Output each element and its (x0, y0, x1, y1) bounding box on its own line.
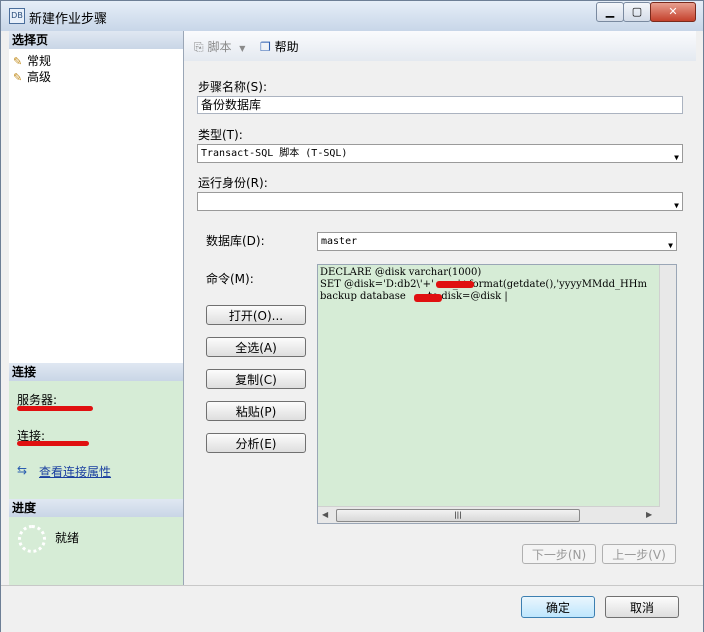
view-conn-icon: ⇆ (17, 463, 28, 477)
select-page-header: 选择页 (9, 31, 183, 49)
left-pane: 选择页 ✎ 常规 ✎ 高级 连接 服务器: 连接: ⇆ 查看连接属性 进度 就绪 (9, 31, 184, 585)
type-label: 类型(T): (198, 128, 243, 142)
command-editor[interactable]: DECLARE @disk varchar(1000) SET @disk='D:… (317, 264, 677, 524)
prev-step-button[interactable]: 上一步(V) (602, 544, 676, 564)
window-title: 新建作业步骤 (29, 12, 108, 27)
help-icon: ❐ (260, 40, 271, 54)
command-label: 命令(M): (206, 272, 254, 286)
right-pane: ⎘ 脚本 ▼ ❐ 帮助 步骤名称(S): 类型(T): Transact-SQL… (184, 31, 696, 585)
connection-section: 连接 服务器: 连接: ⇆ 查看连接属性 (9, 363, 183, 499)
next-step-button[interactable]: 下一步(N) (522, 544, 596, 564)
page-item-advanced[interactable]: ✎ 高级 (13, 70, 51, 84)
code-line: SET @disk='D:db2\'+' _'+format(getdate()… (320, 279, 647, 290)
maximize-button[interactable]: ▢ (623, 2, 651, 22)
bottom-bar: 确定 取消 (1, 585, 703, 632)
app-icon: DB (9, 8, 25, 24)
page-label: 常规 (27, 54, 52, 68)
database-select[interactable]: master ▼ (317, 232, 677, 251)
paste-button[interactable]: 粘贴(P) (206, 401, 306, 421)
chevron-down-icon: ▼ (674, 201, 679, 210)
database-value: master (321, 236, 358, 247)
page-label: 高级 (27, 70, 52, 84)
cancel-button[interactable]: 取消 (605, 596, 679, 618)
code-line: backup database to disk=@disk | (320, 291, 508, 302)
redacted-server (17, 406, 93, 411)
command-text: DECLARE @disk varchar(1000) SET @disk='D:… (320, 267, 647, 303)
progress-status: 就绪 (55, 531, 80, 545)
database-label: 数据库(D): (206, 234, 265, 248)
scroll-thumb[interactable]: ||| (336, 509, 580, 522)
code-line: DECLARE @disk varchar(1000) (320, 267, 482, 278)
progress-spinner-icon (18, 525, 46, 553)
parse-button[interactable]: 分析(E) (206, 433, 306, 453)
title-bar: DB 新建作业步骤 ▁ ▢ ✕ (1, 1, 703, 31)
horizontal-scrollbar[interactable]: ◀ ||| ▶ (318, 506, 660, 523)
progress-header: 进度 (9, 499, 183, 517)
script-label: 脚本 (207, 40, 232, 54)
progress-section: 进度 就绪 (9, 499, 183, 585)
help-button[interactable]: ❐ 帮助 (260, 39, 299, 55)
chevron-down-icon: ▼ (674, 153, 679, 162)
scroll-right-icon[interactable]: ▶ (646, 510, 652, 519)
scroll-left-icon[interactable]: ◀ (322, 510, 328, 519)
redacted-database (414, 294, 442, 302)
connection-header: 连接 (9, 363, 183, 381)
chevron-down-icon: ▼ (239, 44, 246, 53)
dialog-window: DB 新建作业步骤 ▁ ▢ ✕ 选择页 ✎ 常规 ✎ 高级 连接 服务器: 连接: … (0, 0, 704, 632)
select-all-button[interactable]: 全选(A) (206, 337, 306, 357)
minimize-button[interactable]: ▁ (596, 2, 624, 22)
view-connection-properties-link[interactable]: 查看连接属性 (39, 463, 111, 480)
page-icon: ✎ (13, 71, 23, 84)
script-icon: ⎘ (194, 40, 204, 54)
close-button[interactable]: ✕ (650, 2, 696, 22)
toolbar: ⎘ 脚本 ▼ ❐ 帮助 (184, 31, 696, 61)
run-as-label: 运行身份(R): (198, 176, 268, 190)
redacted-path (436, 281, 474, 288)
ok-button[interactable]: 确定 (521, 596, 595, 618)
copy-button[interactable]: 复制(C) (206, 369, 306, 389)
chevron-down-icon: ▼ (668, 241, 673, 250)
page-icon: ✎ (13, 55, 23, 68)
open-button[interactable]: 打开(O)... (206, 305, 306, 325)
step-name-input[interactable] (197, 96, 683, 114)
redacted-connection (17, 441, 89, 446)
page-item-general[interactable]: ✎ 常规 (13, 54, 51, 68)
run-as-select[interactable]: ▼ (197, 192, 683, 211)
type-value: Transact-SQL 脚本 (T-SQL) (201, 148, 348, 159)
script-button[interactable]: ⎘ 脚本 ▼ (194, 39, 245, 55)
vertical-scrollbar[interactable] (659, 265, 676, 523)
type-select[interactable]: Transact-SQL 脚本 (T-SQL) ▼ (197, 144, 683, 163)
step-name-label: 步骤名称(S): (198, 80, 268, 94)
help-label: 帮助 (274, 40, 299, 54)
